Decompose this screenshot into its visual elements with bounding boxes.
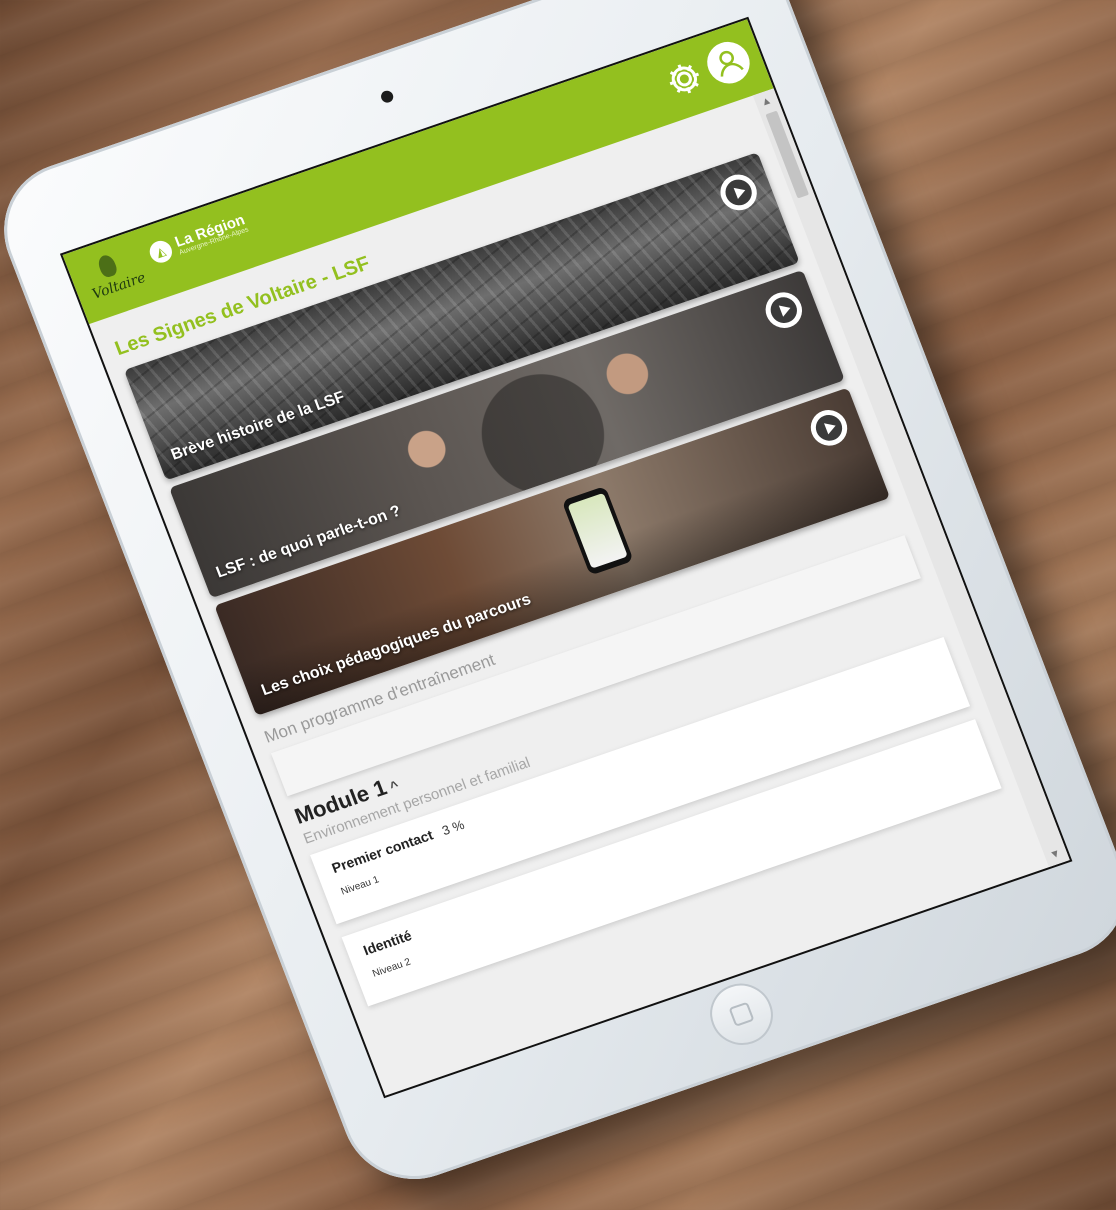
gear-icon[interactable] xyxy=(661,56,708,101)
voltaire-logo-text: Voltaire xyxy=(90,269,149,303)
chevron-up-icon[interactable]: ▲ xyxy=(759,94,774,109)
region-icon: ◭ xyxy=(146,237,176,266)
voltaire-portrait-icon xyxy=(95,253,119,279)
chevron-down-icon[interactable]: ▼ xyxy=(1048,847,1063,862)
voltaire-logo[interactable]: Voltaire xyxy=(77,243,149,310)
user-icon[interactable] xyxy=(701,36,756,90)
chevron-up-icon[interactable]: ^ xyxy=(387,777,400,795)
lesson-progress: 3 % xyxy=(439,816,467,839)
lesson-title: Identité xyxy=(361,927,414,959)
region-logo: ◭ La Région Auvergne-Rhône-Alpes xyxy=(146,211,250,266)
